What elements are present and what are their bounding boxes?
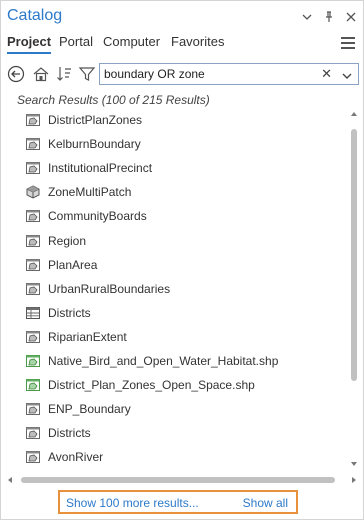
filter-icon[interactable] xyxy=(76,63,98,85)
list-item-label: ZoneMultiPatch xyxy=(48,185,132,200)
polygon-feature-class-icon xyxy=(25,401,41,417)
scroll-thumb[interactable] xyxy=(351,129,357,381)
list-item[interactable]: Region xyxy=(25,230,325,252)
list-item[interactable]: AvonRiver xyxy=(25,446,325,468)
search-input[interactable] xyxy=(104,66,309,82)
tab-favorites[interactable]: Favorites xyxy=(171,34,224,49)
chevron-down-icon[interactable] xyxy=(342,68,352,79)
list-item-label: AvonRiver xyxy=(48,450,104,465)
polygon-feature-class-icon xyxy=(25,112,41,128)
list-item[interactable]: KelburnBoundary xyxy=(25,133,325,155)
list-item-label: DistrictPlanZones xyxy=(48,113,143,127)
shapefile-icon xyxy=(25,377,41,393)
sort-icon[interactable] xyxy=(53,63,75,85)
polygon-feature-class-icon xyxy=(25,449,41,465)
table-icon xyxy=(25,305,41,321)
clear-search-button[interactable]: ✕ xyxy=(321,67,332,81)
scroll-thumb-horizontal[interactable] xyxy=(21,477,335,483)
tab-project[interactable]: Project xyxy=(7,34,52,54)
list-item[interactable]: Native_Bird_and_Open_Water_Habitat.shp xyxy=(25,350,325,372)
title-bar: Catalog xyxy=(1,1,363,33)
pane-title: Catalog xyxy=(7,7,63,24)
close-icon[interactable] xyxy=(345,10,357,22)
polygon-feature-class-icon xyxy=(25,329,41,345)
polygon-feature-class-icon xyxy=(25,136,41,152)
pin-icon[interactable] xyxy=(323,10,335,22)
multipatch-icon xyxy=(25,184,41,200)
polygon-feature-class-icon xyxy=(25,281,41,297)
list-item[interactable]: Districts xyxy=(25,302,325,324)
tab-portal[interactable]: Portal xyxy=(59,34,93,49)
list-item[interactable]: DistrictPlanZones xyxy=(25,109,325,131)
catalog-tabs: Project Portal Computer Favorites xyxy=(1,33,363,59)
catalog-pane: Catalog Project Portal Computer Favorite… xyxy=(0,0,364,520)
list-item-label: CommunityBoards xyxy=(48,209,147,224)
back-icon[interactable] xyxy=(5,63,27,85)
vertical-scrollbar[interactable] xyxy=(349,109,359,469)
search-box: ✕ xyxy=(99,63,359,85)
list-item-label: District_Plan_Zones_Open_Space.shp xyxy=(48,378,255,393)
list-item-label: Region xyxy=(48,233,87,248)
polygon-feature-class-icon xyxy=(25,233,41,249)
list-item[interactable]: ZoneMultiPatch xyxy=(25,181,325,203)
horizontal-scrollbar[interactable] xyxy=(5,475,359,485)
polygon-feature-class-icon xyxy=(25,208,41,224)
list-item[interactable]: PlanArea xyxy=(25,254,325,276)
scroll-down-icon[interactable] xyxy=(349,459,359,469)
scroll-right-icon[interactable] xyxy=(349,475,359,485)
tab-computer[interactable]: Computer xyxy=(103,34,160,49)
search-toolbar: ✕ xyxy=(1,63,363,87)
polygon-feature-class-icon xyxy=(25,257,41,273)
chevron-down-icon[interactable] xyxy=(301,10,313,22)
show-all-link[interactable]: Show all xyxy=(243,496,288,510)
scroll-left-icon[interactable] xyxy=(5,475,15,485)
list-item-label: Districts xyxy=(48,305,91,320)
polygon-feature-class-icon xyxy=(25,160,41,176)
list-item-label: Native_Bird_and_Open_Water_Habitat.shp xyxy=(48,354,279,368)
more-results-bar: Show 100 more results... Show all xyxy=(58,490,298,514)
list-item[interactable]: CommunityBoards xyxy=(25,205,325,227)
list-item[interactable]: ENP_Boundary xyxy=(25,398,325,420)
show-more-results-link[interactable]: Show 100 more results... xyxy=(66,496,199,510)
list-item[interactable]: InstitutionalPrecinct xyxy=(25,157,325,179)
list-item-label: InstitutionalPrecinct xyxy=(48,161,153,176)
list-item[interactable]: RiparianExtent xyxy=(25,326,325,348)
list-item-label: UrbanRuralBoundaries xyxy=(48,281,171,296)
list-item-label: KelburnBoundary xyxy=(48,137,141,152)
list-item-label: PlanArea xyxy=(48,257,98,272)
list-item-label: ENP_Boundary xyxy=(48,402,131,417)
home-icon[interactable] xyxy=(30,63,52,85)
results-list: DistrictPlanZones KelburnBoundary Institut… xyxy=(1,107,363,471)
list-item-label: RiparianExtent xyxy=(48,329,127,344)
list-item[interactable]: District_Plan_Zones_Open_Space.shp xyxy=(25,374,325,396)
scroll-up-icon[interactable] xyxy=(349,109,359,119)
shapefile-icon xyxy=(25,353,41,369)
menu-icon[interactable] xyxy=(341,37,355,49)
pane-controls xyxy=(301,10,357,22)
list-item[interactable]: UrbanRuralBoundaries xyxy=(25,278,325,300)
polygon-feature-class-icon xyxy=(25,425,41,441)
list-item[interactable]: Districts xyxy=(25,422,325,444)
results-count-label: Search Results (100 of 215 Results) xyxy=(17,93,210,107)
list-item-label: Districts xyxy=(48,426,91,441)
